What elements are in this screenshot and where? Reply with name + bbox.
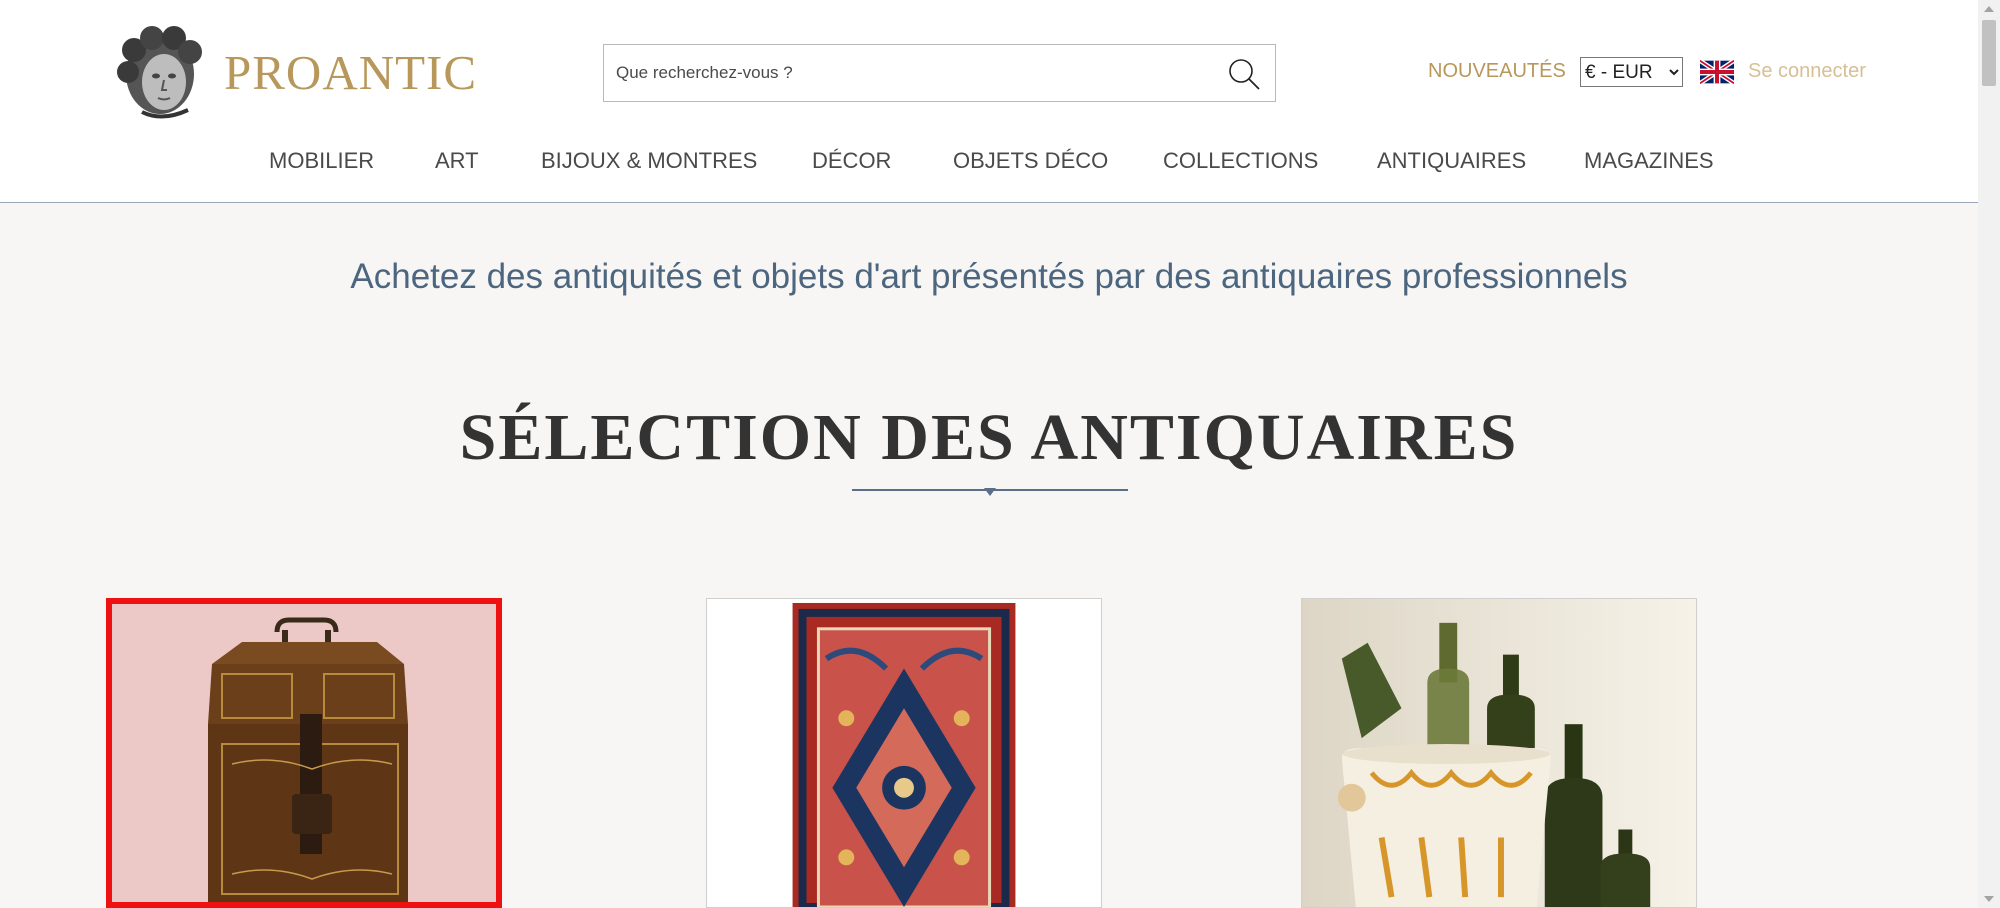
divider-caret-icon [984,488,996,496]
search-icon[interactable] [1227,57,1261,91]
logo-text: PROANTIC [224,44,478,100]
persian-rug-image [707,599,1101,907]
currency-select[interactable]: € - EUR [1580,57,1683,87]
search-input[interactable] [616,45,1196,101]
antique-box-image [112,604,496,902]
nav-item-antiquaires[interactable]: ANTIQUAIRES [1377,148,1526,174]
main-nav: MOBILIER ART BIJOUX & MONTRES DÉCOR OBJE… [0,148,1978,182]
nav-item-bijoux-montres[interactable]: BIJOUX & MONTRES [541,148,757,174]
product-card-leather-box[interactable] [106,598,502,908]
site-header: PROANTIC NOUVEAUTÉS € - EUR Se connecter… [0,0,1978,203]
nav-item-objets-deco[interactable]: OBJETS DÉCO [953,148,1108,174]
nav-item-decor[interactable]: DÉCOR [812,148,891,174]
uk-flag-icon[interactable] [1700,60,1734,84]
nav-item-collections[interactable]: COLLECTIONS [1163,148,1318,174]
scroll-down-arrow-icon[interactable] [1978,890,2000,908]
nav-item-magazines[interactable]: MAGAZINES [1584,148,1714,174]
site-logo[interactable]: PROANTIC [112,22,477,122]
nav-item-art[interactable]: ART [435,148,479,174]
new-items-link[interactable]: NOUVEAUTÉS [1428,60,1566,83]
product-card-bottles[interactable] [1301,598,1697,908]
search-box [603,44,1276,102]
scroll-up-arrow-icon[interactable] [1978,0,2000,18]
tagline: Achetez des antiquités et objets d'art p… [350,257,1628,296]
nav-item-mobilier[interactable]: MOBILIER [269,148,374,174]
cherub-head-icon [117,26,202,119]
login-link[interactable]: Se connecter [1748,60,1866,83]
product-card-persian-rug[interactable] [706,598,1102,908]
scrollbar-thumb[interactable] [1982,20,1996,86]
section-title: SÉLECTION DES ANTIQUAIRES [459,401,1519,474]
page-scrollbar[interactable] [1978,0,2000,908]
glass-bottles-image [1302,599,1696,907]
